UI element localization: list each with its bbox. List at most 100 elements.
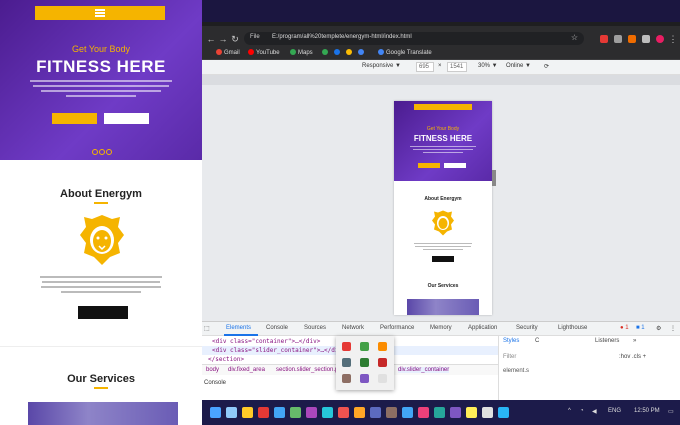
extension-icon[interactable] (342, 358, 351, 367)
app-icon[interactable] (434, 407, 445, 418)
tab-security[interactable]: Security (516, 325, 538, 331)
address-bar[interactable]: File E:/program/all%20templete/energym-h… (244, 32, 584, 45)
app-icon[interactable] (482, 407, 493, 418)
more-menu-icon[interactable]: ⋮ (668, 34, 678, 44)
site-preview-small[interactable]: Get Your Body FITNESS HERE About Energym… (394, 101, 492, 315)
app-icon[interactable] (290, 407, 301, 418)
rotate-icon[interactable]: ⟳ (544, 63, 549, 70)
active-tab-indicator (224, 334, 258, 336)
app-icon[interactable] (338, 407, 349, 418)
tab-styles[interactable]: Styles (503, 338, 519, 344)
extension-icon[interactable] (378, 342, 387, 351)
app-icon[interactable] (354, 407, 365, 418)
start-icon[interactable] (210, 407, 221, 418)
extension-icon[interactable] (342, 374, 351, 383)
bookmark-icon[interactable] (358, 49, 366, 56)
app-icon[interactable] (450, 407, 461, 418)
read-more-button (432, 256, 454, 262)
tab-sources[interactable]: Sources (304, 325, 326, 331)
app-icon[interactable] (402, 407, 413, 418)
tab-performance[interactable]: Performance (380, 325, 414, 331)
extension-icon[interactable] (360, 342, 369, 351)
app-icon[interactable] (370, 407, 381, 418)
extension-icon[interactable] (600, 35, 608, 43)
device-width-input[interactable]: 695 (416, 62, 434, 72)
device-height-input[interactable]: 1541 (447, 62, 467, 72)
app-icon[interactable] (386, 407, 397, 418)
puzzle-icon[interactable] (642, 35, 650, 43)
bookmark-maps[interactable]: Maps (290, 49, 313, 56)
star-icon[interactable]: ☆ (571, 33, 578, 42)
tab-elements[interactable]: Elements (226, 325, 251, 331)
app-icon[interactable] (306, 407, 317, 418)
network-throttle-select[interactable]: Online ▼ (506, 63, 531, 69)
breadcrumb-item[interactable]: body (206, 367, 219, 373)
notifications-icon[interactable]: ▭ (668, 408, 674, 415)
zoom-select[interactable]: 30% ▼ (478, 63, 498, 69)
hero-section: Get Your Body FITNESS HERE (394, 101, 492, 181)
tab-application[interactable]: Application (468, 325, 497, 331)
app-icon[interactable] (258, 407, 269, 418)
viewport-scrollbar[interactable] (492, 170, 496, 186)
read-more-button[interactable] (78, 306, 128, 319)
hero-text-placeholder (410, 146, 476, 155)
tab-computed[interactable]: C (535, 338, 539, 344)
bookmark-icon[interactable] (322, 49, 330, 56)
error-badge[interactable]: ● 1 (620, 325, 629, 331)
bookmark-icon[interactable] (334, 49, 342, 56)
breadcrumb-item-active[interactable]: div.slider_container (398, 367, 450, 373)
tray-chevron-icon[interactable]: ^ (568, 408, 571, 414)
tab-event-listeners[interactable]: Listeners (595, 338, 619, 344)
back-icon[interactable]: ← (206, 34, 216, 44)
clock[interactable]: 12:50 PM (634, 408, 660, 414)
app-icon[interactable] (418, 407, 429, 418)
extension-icon[interactable] (360, 358, 369, 367)
app-icon[interactable] (498, 407, 509, 418)
inspect-icon[interactable]: ⬚ (204, 325, 210, 332)
extension-icon[interactable] (342, 342, 351, 351)
device-mode-select[interactable]: Responsive ▼ (362, 63, 401, 69)
hero-subtitle: Get Your Body (71, 44, 131, 54)
hov-cls-toggles[interactable]: :hov .cls + (619, 354, 646, 360)
extension-icon[interactable] (628, 35, 636, 43)
app-icon[interactable] (274, 407, 285, 418)
network-icon[interactable]: ◔ (580, 408, 584, 414)
tab-console[interactable]: Console (266, 325, 288, 331)
bookmark-icon[interactable] (346, 49, 354, 56)
bookmark-youtube[interactable]: YouTube (248, 49, 280, 56)
hero-secondary-button[interactable] (104, 113, 149, 124)
site-info[interactable]: File (250, 34, 260, 40)
gear-icon[interactable]: ⚙ (656, 325, 661, 332)
extension-icon[interactable] (378, 374, 387, 383)
message-badge[interactable]: ■ 1 (636, 325, 645, 331)
search-icon[interactable] (226, 407, 237, 418)
reload-icon[interactable]: ↻ (230, 34, 240, 44)
breadcrumb-item[interactable]: div.fixed_area (228, 367, 265, 373)
browser-window: ← → ↻ File E:/program/all%20templete/ene… (202, 22, 680, 401)
tab-lighthouse[interactable]: Lighthouse (558, 325, 587, 331)
styles-filter-input[interactable]: Filter (503, 354, 516, 360)
more-menu-icon[interactable]: ⋮ (670, 325, 676, 332)
bookmark-google-translate[interactable]: Google Translate (378, 49, 432, 56)
tabs-overflow[interactable]: » (633, 338, 636, 344)
hero-primary-button[interactable] (52, 113, 97, 124)
extension-icon[interactable] (360, 374, 369, 383)
tab-network[interactable]: Network (342, 325, 364, 331)
slider-dots[interactable] (92, 142, 116, 155)
url-text[interactable]: E:/program/all%20templete/energym-html/i… (272, 34, 412, 40)
extension-icon[interactable] (378, 358, 387, 367)
avatar[interactable] (656, 35, 664, 43)
tab-memory[interactable]: Memory (430, 325, 452, 331)
app-icon[interactable] (466, 407, 477, 418)
console-drawer-label[interactable]: Console (204, 380, 226, 386)
app-icon[interactable] (322, 407, 333, 418)
bookmark-gmail[interactable]: Gmail (216, 49, 240, 56)
header-bar (35, 6, 165, 20)
volume-icon[interactable]: ◀ (592, 408, 597, 415)
language-indicator[interactable]: ENG (608, 408, 621, 414)
extension-icon[interactable] (614, 35, 622, 43)
file-explorer-icon[interactable] (242, 407, 253, 418)
forward-icon[interactable]: → (218, 34, 228, 44)
about-title: About Energym (60, 188, 142, 200)
hamburger-menu-icon[interactable] (95, 9, 105, 17)
